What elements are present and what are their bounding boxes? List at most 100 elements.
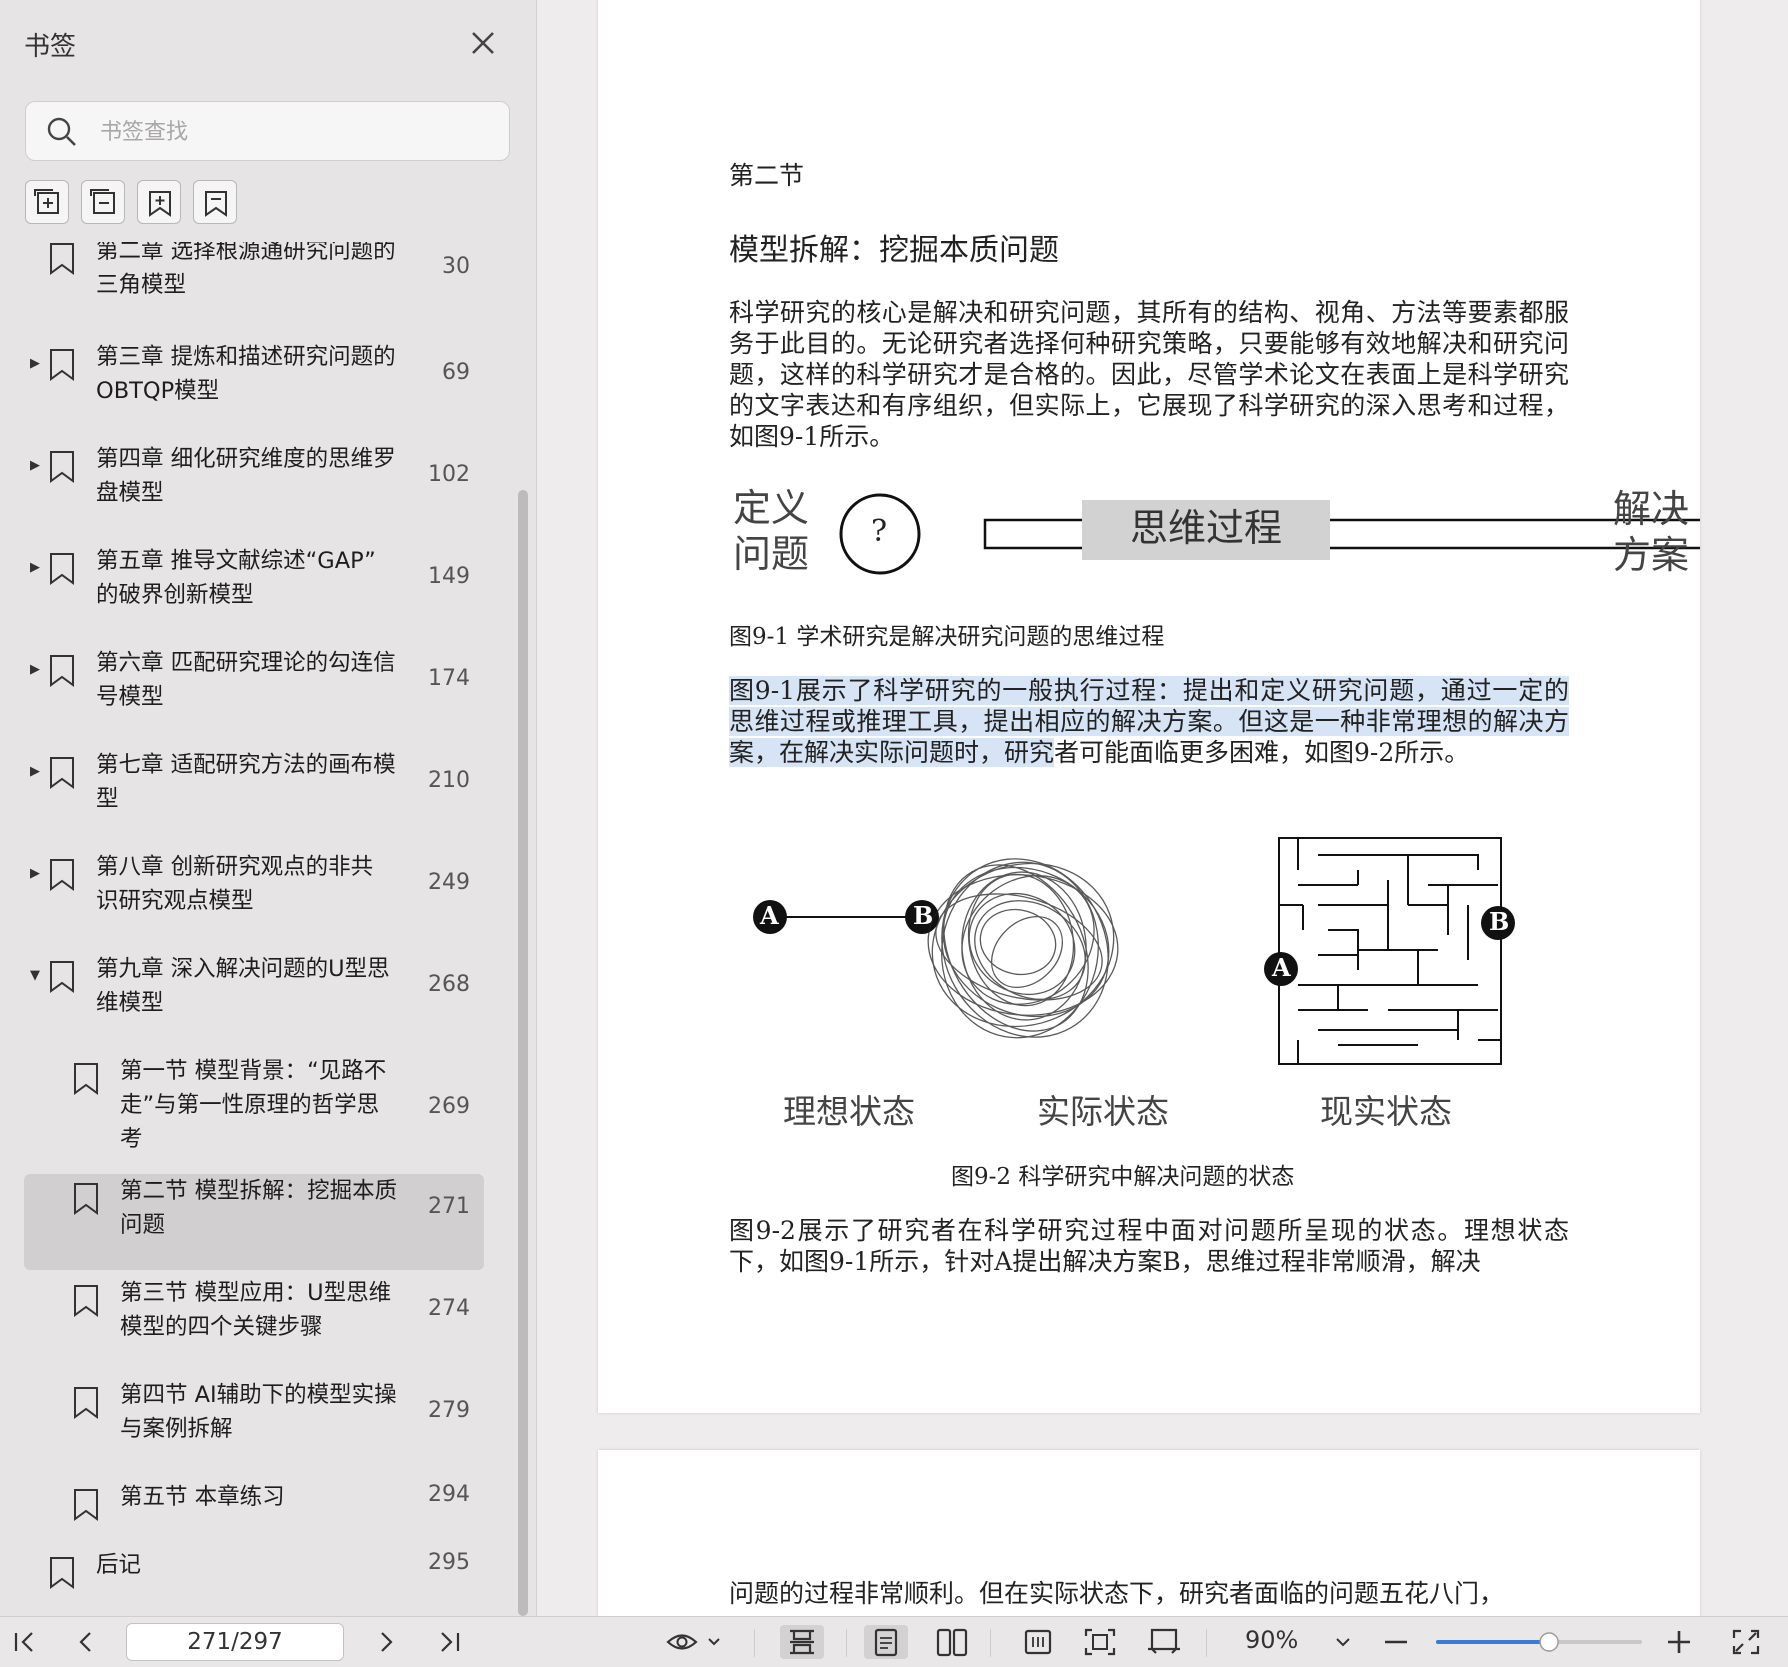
bookmark-page-number: 279 xyxy=(428,1398,470,1423)
expand-arrow-icon[interactable]: ▶ xyxy=(30,560,40,575)
bookmark-page-number: 210 xyxy=(428,768,470,793)
prev-page-icon[interactable] xyxy=(68,1625,104,1659)
document-page-next: 问题的过程非常顺利。但在实际状态下，研究者面临的问题五花八门， xyxy=(598,1450,1700,1616)
bookmark-icon xyxy=(50,859,74,891)
continuous-icon[interactable] xyxy=(1016,1625,1060,1659)
bookmark-icon xyxy=(50,243,74,275)
close-icon[interactable] xyxy=(466,26,500,60)
bookmark-page-number: 295 xyxy=(428,1550,470,1575)
document-viewer[interactable]: 第二节 模型拆解：挖掘本质问题 科学研究的核心是解决和研究问题，其所有的结构、视… xyxy=(537,0,1788,1616)
bookmark-item[interactable]: ▼ 第九章 深入解决问题的U型思 维模型 268 xyxy=(24,952,484,1048)
bookmark-item[interactable]: ▶ 第四章 细化研究维度的思维罗 盘模型 102 xyxy=(24,442,484,538)
bookmark-item[interactable]: ▶ 第七章 适配研究方法的画布模型 210 xyxy=(24,748,484,844)
document-page: 第二节 模型拆解：挖掘本质问题 科学研究的核心是解决和研究问题，其所有的结构、视… xyxy=(598,0,1700,1413)
add-child-bookmark-icon xyxy=(149,191,171,217)
bookmark-item[interactable]: 第三节 模型应用：U型思维 模型的四个关键步骤 274 xyxy=(24,1276,484,1372)
expand-arrow-icon[interactable]: ▶ xyxy=(30,662,40,677)
bookmark-label: 第六章 匹配研究理论的勾连信 号模型 xyxy=(96,650,396,710)
bookmark-icon xyxy=(50,553,74,585)
bookmark-item[interactable]: ▶ 第三章 提炼和描述研究问题的 OBTQP模型 69 xyxy=(24,340,484,436)
zoom-in-icon[interactable] xyxy=(1661,1625,1697,1659)
bottom-toolbar: 90% xyxy=(0,1616,1788,1667)
bookmark-page-number: 249 xyxy=(428,870,470,895)
first-page-icon[interactable] xyxy=(6,1625,42,1659)
two-page-icon[interactable] xyxy=(930,1625,974,1659)
bookmark-page-number: 30 xyxy=(442,254,470,279)
search-input[interactable] xyxy=(98,112,492,152)
single-page-icon[interactable] xyxy=(864,1625,908,1659)
bookmark-icon xyxy=(74,1063,98,1095)
fig2-label-reality: 现实状态 xyxy=(1320,1092,1452,1131)
bookmark-button[interactable] xyxy=(193,180,237,224)
zoom-dropdown-icon[interactable] xyxy=(1325,1625,1361,1659)
search-icon xyxy=(47,117,76,146)
bookmark-icon xyxy=(74,1285,98,1317)
zoom-level[interactable]: 90% xyxy=(1245,1626,1298,1654)
bookmark-icon xyxy=(50,1557,74,1589)
bookmark-page-number: 69 xyxy=(442,360,470,385)
bookmark-page-number: 271 xyxy=(428,1194,470,1219)
bookmark-item[interactable]: 第四节 AI辅助下的模型实操 与案例拆解 279 xyxy=(24,1378,484,1474)
bookmark-label: 第三节 模型应用：U型思维 模型的四个关键步骤 xyxy=(120,1280,392,1340)
bookmark-search[interactable] xyxy=(25,101,510,161)
add-bookmark-button[interactable] xyxy=(25,180,69,224)
bookmark-icon xyxy=(50,757,74,789)
bookmark-label: 第四节 AI辅助下的模型实操 与案例拆解 xyxy=(120,1382,397,1442)
separator xyxy=(1206,1629,1207,1657)
bookmark-item[interactable]: 第二章 选择根源通研究问题的 三角模型 30 xyxy=(24,242,484,324)
eye-icon[interactable] xyxy=(664,1625,726,1659)
separator xyxy=(846,1629,847,1657)
zoom-slider[interactable] xyxy=(1434,1629,1644,1655)
maze-a-label: A xyxy=(1272,953,1291,982)
bookmark-icon xyxy=(50,655,74,687)
bookmark-page-number: 174 xyxy=(428,666,470,691)
expand-arrow-icon[interactable]: ▶ xyxy=(30,356,40,371)
bookmark-item[interactable]: 第一节 模型背景：“见路不 走”与第一性原理的哲学思考 269 xyxy=(24,1054,484,1170)
bookmark-page-number: 102 xyxy=(428,462,470,487)
bookmark-page-number: 269 xyxy=(428,1094,470,1119)
page2-paragraph: 问题的过程非常顺利。但在实际状态下，研究者面临的问题五花八门， xyxy=(729,1579,1505,1608)
bookmark-item[interactable]: ▶ 第五章 推导文献综述“GAP” 的破界创新模型 149 xyxy=(24,544,484,640)
collapse-bookmark-button[interactable] xyxy=(81,180,125,224)
expand-arrow-icon[interactable]: ▶ xyxy=(30,458,40,473)
collapse-all-icon xyxy=(90,189,115,214)
expand-arrow-icon[interactable]: ▶ xyxy=(30,764,40,779)
bookmark-icon xyxy=(50,349,74,381)
bookmark-label: 第八章 创新研究观点的非共 识研究观点模型 xyxy=(96,854,374,914)
bookmark-page-number: 149 xyxy=(428,564,470,589)
last-page-icon[interactable] xyxy=(432,1625,468,1659)
paragraph-3: 图9-2展示了研究者在科学研究过程中面对问题所呈现的状态。理想状态下，如图9-1… xyxy=(729,1216,1569,1276)
expand-arrow-icon[interactable]: ▶ xyxy=(30,866,40,881)
fit-page-icon[interactable] xyxy=(1078,1625,1122,1659)
bookmark-item[interactable]: 第二节 模型拆解：挖掘本质 问题 271 xyxy=(24,1174,484,1270)
page-crop-icon[interactable] xyxy=(1142,1625,1186,1659)
ideal-b-label: B xyxy=(913,901,934,930)
next-page-icon[interactable] xyxy=(368,1625,404,1659)
add-child-bookmark-button[interactable] xyxy=(137,180,181,224)
bookmark-item[interactable]: ▶ 第八章 创新研究观点的非共 识研究观点模型 249 xyxy=(24,850,484,946)
bookmark-page-number: 294 xyxy=(428,1482,470,1507)
bookmark-item[interactable]: 第五节 本章练习 294 xyxy=(24,1480,484,1550)
expand-arrow-open-icon[interactable]: ▼ xyxy=(30,968,40,983)
bookmark-label: 第四章 细化研究维度的思维罗 盘模型 xyxy=(96,446,396,506)
bookmark-item[interactable]: 后记 295 xyxy=(24,1548,484,1616)
zoom-out-icon[interactable] xyxy=(1378,1625,1414,1659)
bookmark-label: 第九章 深入解决问题的U型思 维模型 xyxy=(96,956,390,1016)
bookmark-label: 第二节 模型拆解：挖掘本质 问题 xyxy=(120,1178,398,1238)
bookmark-sidebar: 书签 第二章 选择根源通研究问题的三角模型 30 ▶ 第三章 提炼和描述研究问题的OB… xyxy=(0,0,537,1616)
fit-width-icon[interactable] xyxy=(780,1625,824,1659)
bookmark-icon xyxy=(74,1183,98,1215)
ideal-a-label: A xyxy=(760,901,779,930)
sidebar-scrollbar-thumb[interactable] xyxy=(518,490,528,1616)
fig2-label-actual: 实际状态 xyxy=(1037,1092,1169,1131)
bookmark-label: 第五章 推导文献综述“GAP” 的破界创新模型 xyxy=(96,548,376,608)
page-number-input[interactable] xyxy=(126,1623,344,1661)
tangle-scribble xyxy=(927,858,1119,1039)
bookmark-item[interactable]: ▶ 第六章 匹配研究理论的勾连信 号模型 174 xyxy=(24,646,484,742)
bookmark-icon xyxy=(50,451,74,483)
zoom-slider-thumb xyxy=(1539,1632,1559,1652)
fig2-label-ideal: 理想状态 xyxy=(783,1092,915,1131)
bookmark-icon xyxy=(205,191,227,217)
fullscreen-icon[interactable] xyxy=(1728,1625,1764,1659)
bookmark-icon xyxy=(74,1387,98,1419)
